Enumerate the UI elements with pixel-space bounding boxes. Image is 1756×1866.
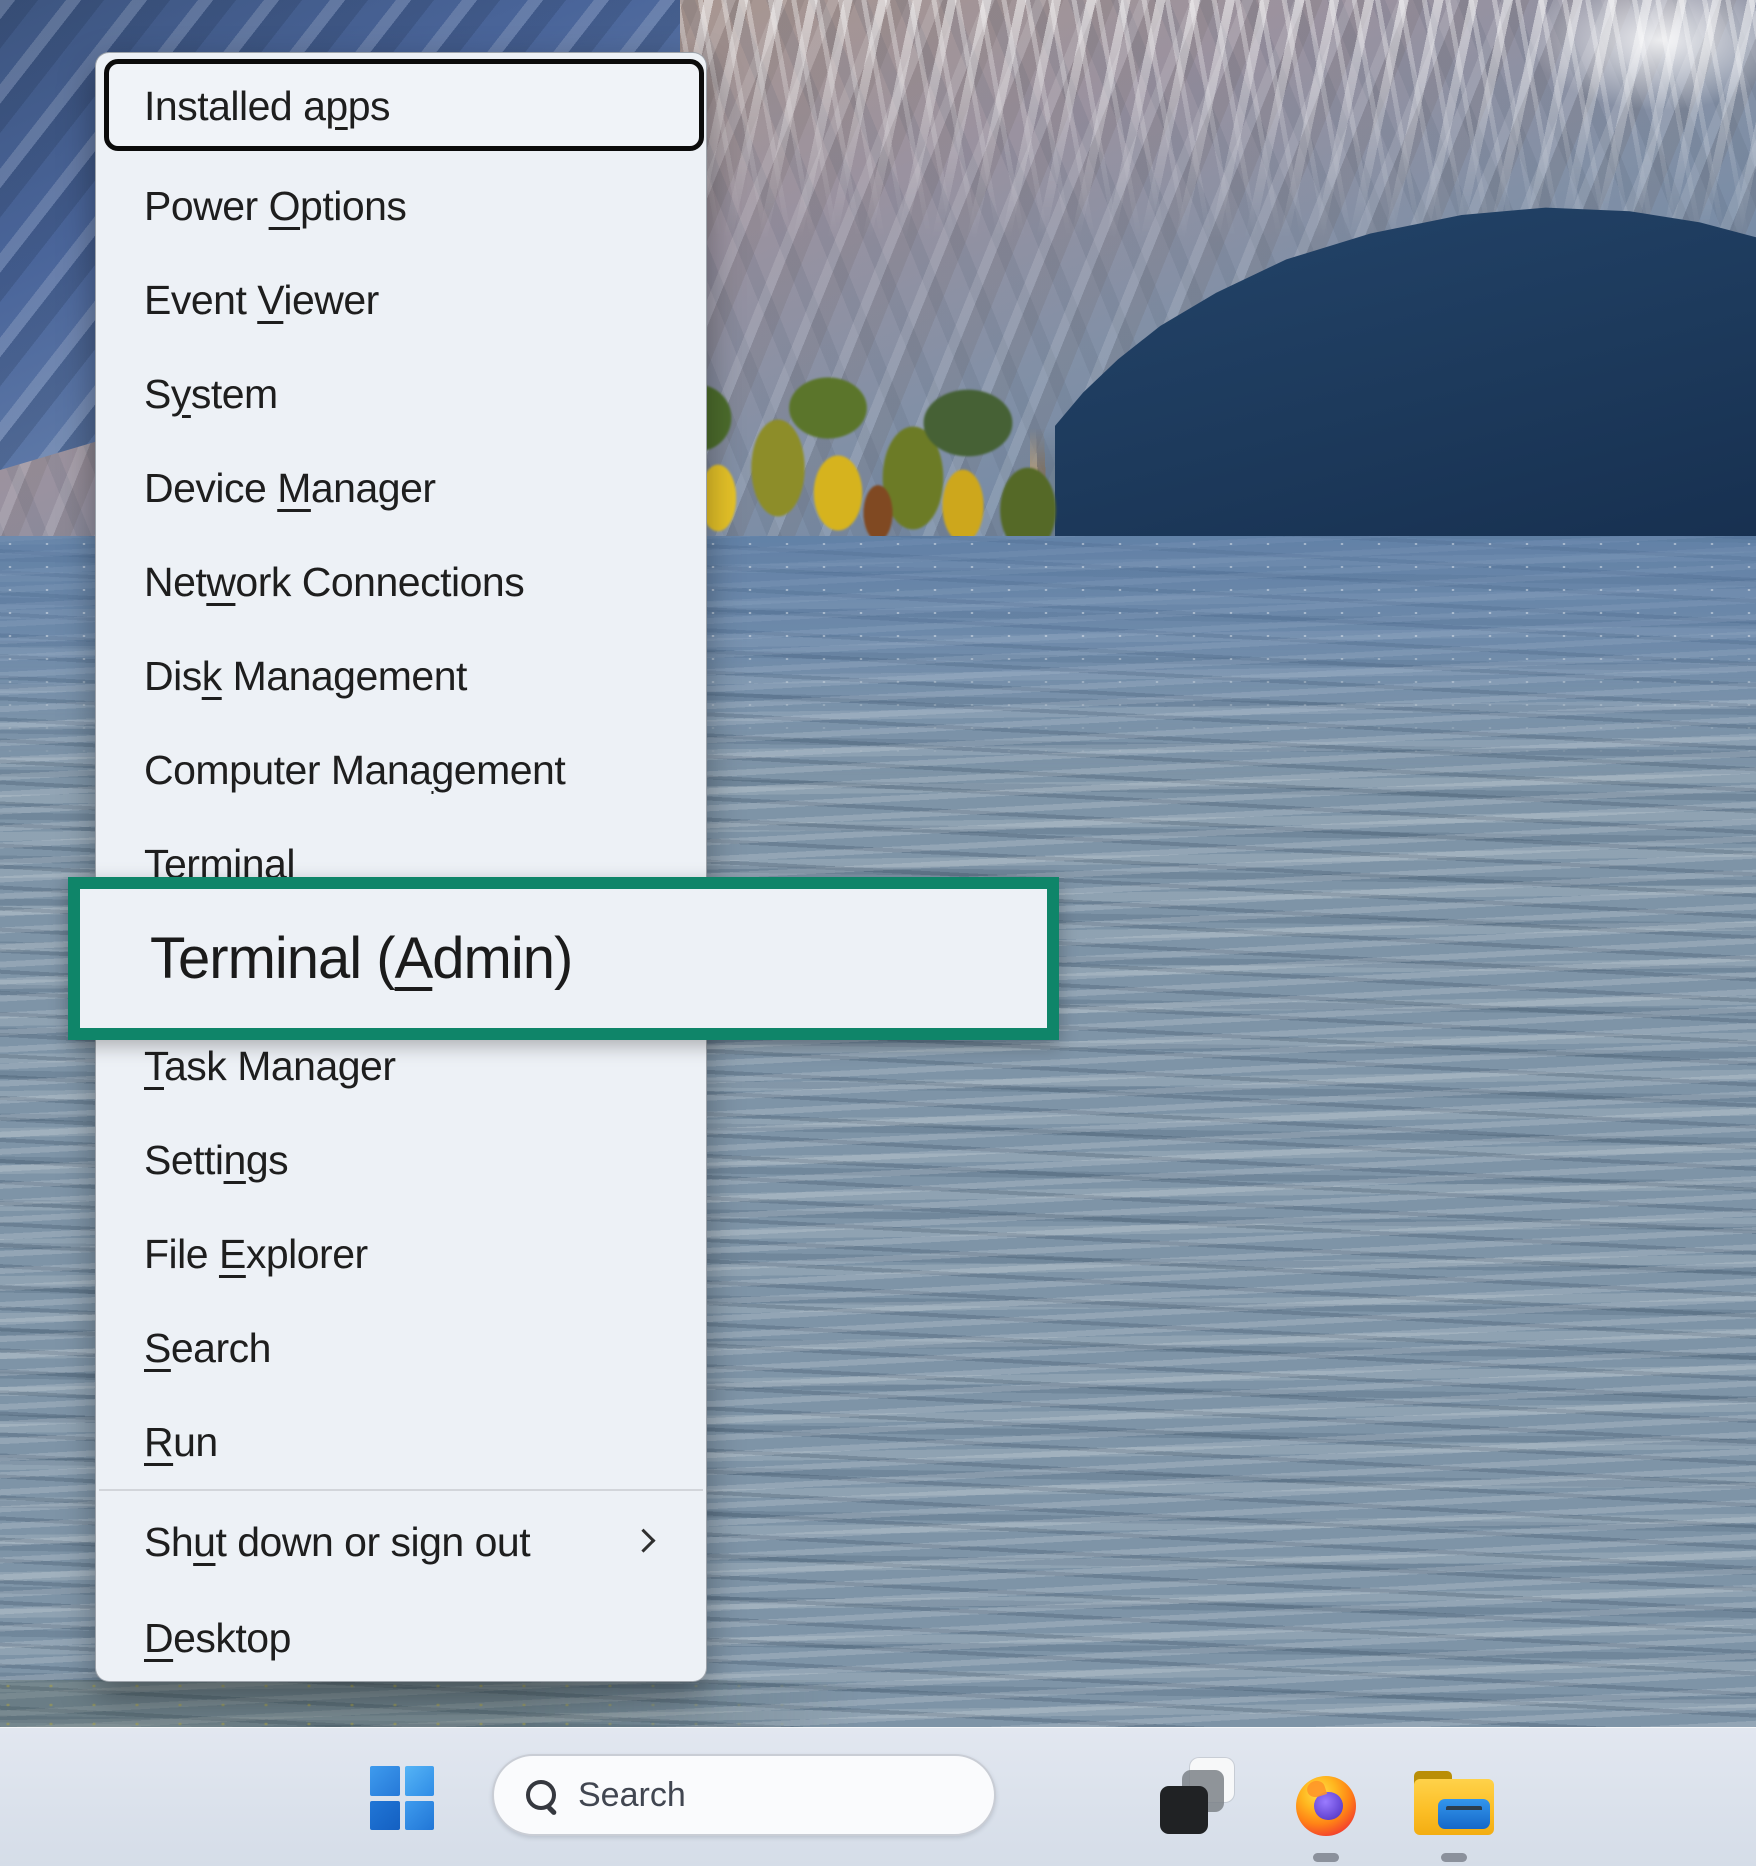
menu-item-desktop[interactable]: Desktop: [96, 1593, 706, 1683]
menu-item-installed-apps[interactable]: Installed apps: [96, 53, 706, 159]
winx-menu-bottom-group: Shut down or sign out Desktop: [96, 1491, 706, 1683]
menu-item-computer-management[interactable]: Computer Management: [96, 723, 706, 817]
menu-item-network-connections[interactable]: Network Connections: [96, 535, 706, 629]
menu-item-system[interactable]: System: [96, 347, 706, 441]
task-view-icon: [1160, 1786, 1208, 1834]
wallpaper-shoreline: [0, 1680, 860, 1732]
firefox-running-indicator: [1313, 1853, 1339, 1862]
menu-item-power-options[interactable]: Power Options: [96, 159, 706, 253]
menu-item-device-manager[interactable]: Device Manager: [96, 441, 706, 535]
file-explorer-running-indicator: [1441, 1853, 1467, 1862]
menu-item-run[interactable]: Run: [96, 1395, 706, 1489]
menu-item-event-viewer[interactable]: Event Viewer: [96, 253, 706, 347]
windows-logo-pane: [405, 1801, 435, 1831]
taskbar: Search: [0, 1727, 1756, 1866]
menu-item-shut-down-or-sign-out[interactable]: Shut down or sign out: [96, 1491, 706, 1593]
folder-pocket: [1438, 1799, 1490, 1829]
menu-item-file-explorer[interactable]: File Explorer: [96, 1207, 706, 1301]
windows-logo-pane: [405, 1766, 435, 1796]
desktop-screen: Installed apps Power Options Event Viewe…: [0, 0, 1756, 1866]
terminal-admin-highlight[interactable]: Terminal (Admin): [68, 877, 1059, 1040]
menu-item-settings[interactable]: Settings: [96, 1113, 706, 1207]
search-icon: [526, 1780, 556, 1810]
winx-menu-top-group: Installed apps Power Options Event Viewe…: [96, 53, 706, 1489]
file-explorer-icon[interactable]: [1414, 1771, 1494, 1835]
menu-item-search[interactable]: Search: [96, 1301, 706, 1395]
chevron-right-icon: [631, 1529, 655, 1553]
start-button[interactable]: [370, 1766, 434, 1830]
winx-menu: Installed apps Power Options Event Viewe…: [95, 52, 707, 1682]
windows-logo-pane: [370, 1801, 400, 1831]
terminal-admin-highlight-label: Terminal (Admin): [150, 925, 572, 992]
menu-item-disk-management[interactable]: Disk Management: [96, 629, 706, 723]
search-label: Search: [578, 1776, 686, 1815]
windows-logo-pane: [370, 1766, 400, 1796]
task-view-button[interactable]: [1160, 1758, 1236, 1834]
firefox-icon[interactable]: [1296, 1776, 1356, 1836]
taskbar-search-box[interactable]: Search: [492, 1754, 996, 1836]
